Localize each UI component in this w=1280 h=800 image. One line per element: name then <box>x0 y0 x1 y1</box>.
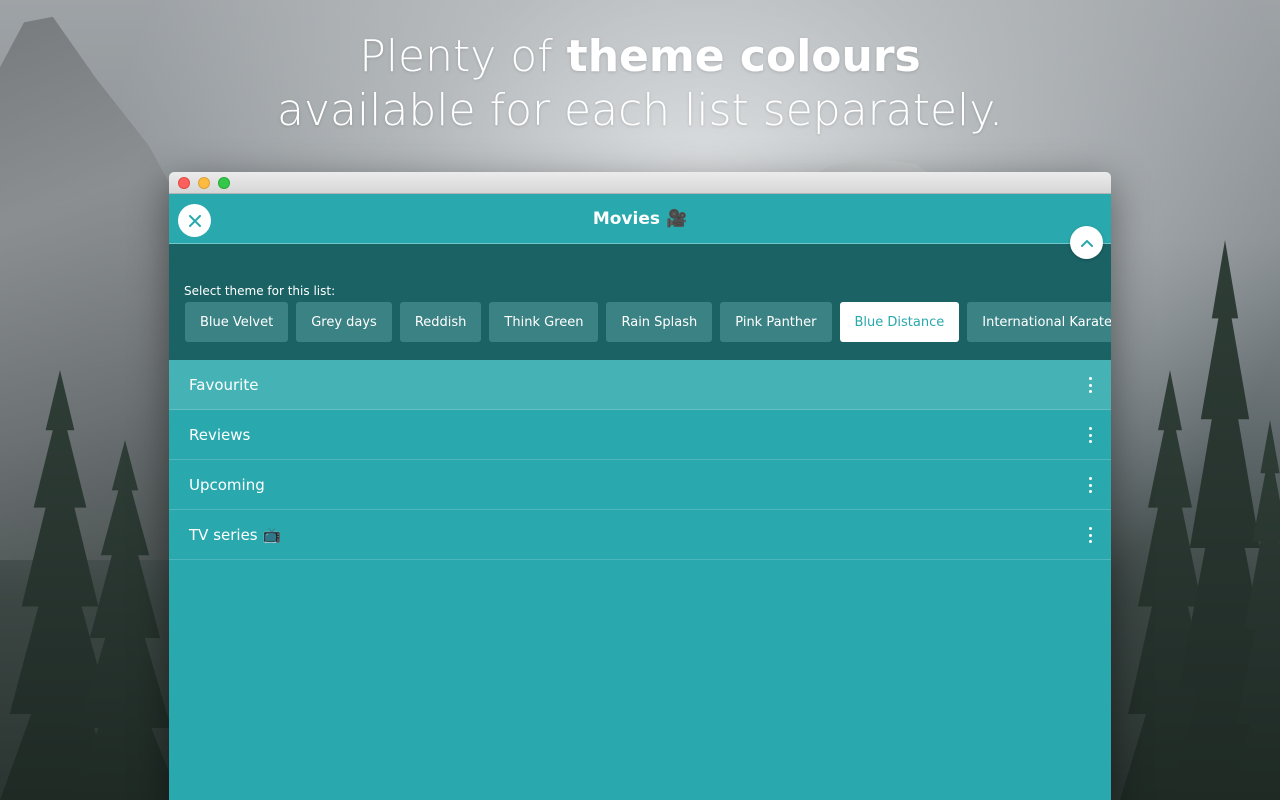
theme-button[interactable]: International Karate <box>967 302 1111 342</box>
list-item[interactable]: Favourite <box>169 360 1111 410</box>
list-item-label: Upcoming <box>189 475 265 494</box>
theme-button[interactable]: Pink Panther <box>720 302 832 342</box>
headline-line2: available for each list separately. <box>276 85 1004 136</box>
theme-options: Blue Velvet Grey days Reddish Think Green Ra… <box>185 302 1111 342</box>
dot <box>1088 377 1092 380</box>
dot <box>1088 390 1092 393</box>
more-options-icon[interactable] <box>1086 427 1094 443</box>
theme-label: Select theme for this list: <box>184 284 336 298</box>
list-container: Favourite Reviews Upcoming TV series 📺 <box>169 360 1111 560</box>
dot <box>1088 383 1092 387</box>
television-icon: 📺 <box>262 525 282 544</box>
theme-panel: Select theme for this list: Blue Velvet G… <box>169 226 1111 360</box>
dot <box>1088 540 1092 543</box>
theme-button[interactable]: Blue Velvet <box>185 302 289 342</box>
collapse-button[interactable] <box>1070 226 1103 259</box>
list-item-label: TV series <box>189 525 258 544</box>
dot <box>1088 440 1092 443</box>
list-item-label: Reviews <box>189 425 251 444</box>
movie-camera-icon: 🎥 <box>665 209 688 229</box>
chevron-up-icon <box>1080 239 1093 247</box>
list-item[interactable]: Upcoming <box>169 460 1111 510</box>
page-title-text: Movies <box>592 209 660 229</box>
theme-button[interactable]: Grey days <box>296 302 392 342</box>
window-close-traffic-light[interactable] <box>178 177 190 189</box>
dot <box>1088 477 1092 480</box>
more-options-icon[interactable] <box>1086 477 1094 493</box>
headline: Plenty of theme colours available for ea… <box>0 30 1280 138</box>
theme-button[interactable]: Reddish <box>399 302 482 342</box>
list-header: Movies 🎥 <box>169 194 1111 244</box>
dot <box>1088 427 1092 430</box>
app-window: Movies 🎥 Select theme for this list: Blu… <box>169 172 1111 800</box>
theme-button[interactable]: Think Green <box>489 302 599 342</box>
more-options-icon[interactable] <box>1086 377 1094 393</box>
window-minimize-traffic-light[interactable] <box>198 177 210 189</box>
theme-button[interactable]: Rain Splash <box>606 302 713 342</box>
dot <box>1088 527 1092 530</box>
window-zoom-traffic-light[interactable] <box>218 177 230 189</box>
theme-button[interactable]: Blue Distance <box>839 302 960 342</box>
dot <box>1088 533 1092 537</box>
dot <box>1088 433 1092 437</box>
window-titlebar <box>169 172 1111 194</box>
dot <box>1088 483 1092 487</box>
list-item[interactable]: TV series 📺 <box>169 510 1111 560</box>
page-title: Movies 🎥 <box>169 194 1111 244</box>
dot <box>1088 490 1092 493</box>
more-options-icon[interactable] <box>1086 527 1094 543</box>
headline-bold: theme colours <box>566 31 921 82</box>
headline-prefix: Plenty of <box>359 31 567 82</box>
list-item[interactable]: Reviews <box>169 410 1111 460</box>
list-item-label: Favourite <box>189 375 259 394</box>
